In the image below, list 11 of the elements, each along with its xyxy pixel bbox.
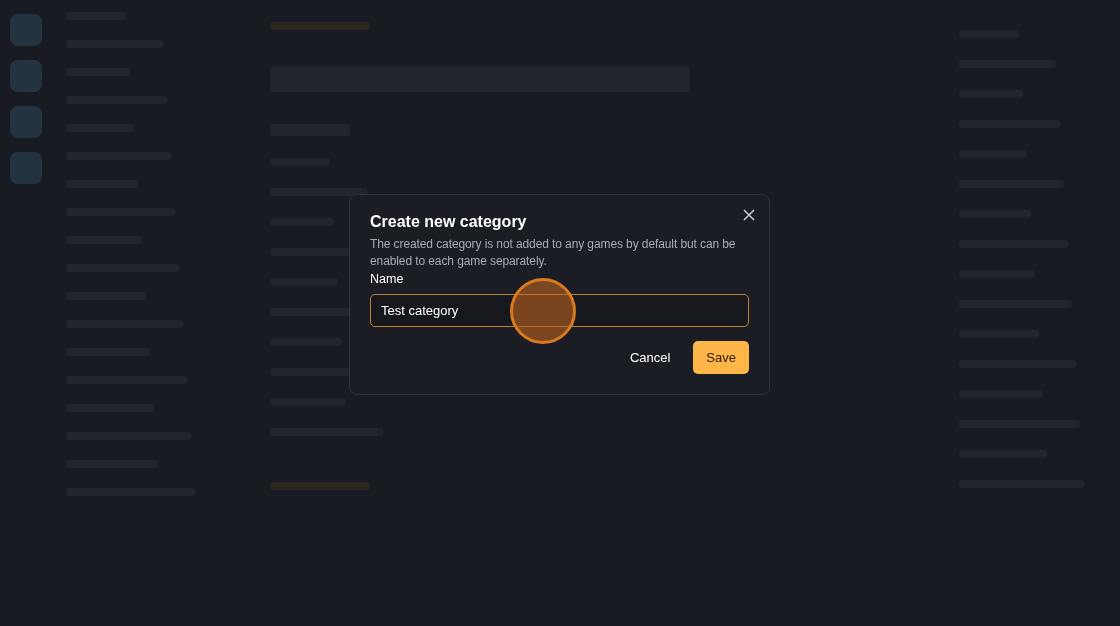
dialog-title: Create new category [370,213,528,231]
game-thumbnail[interactable] [10,152,42,184]
field-label: Name [370,272,405,286]
game-thumbnail[interactable] [10,106,42,138]
close-icon[interactable] [743,209,755,221]
name-input-field[interactable]: Test category [370,294,749,327]
game-thumbnail[interactable] [10,60,42,92]
game-thumbnail[interactable] [10,14,42,46]
save-button[interactable]: Save [693,341,749,374]
dialog-description: The created category is not added to any games by default but can be enabled to each game separately. [370,236,737,269]
cancel-button[interactable]: Cancel [616,341,684,374]
